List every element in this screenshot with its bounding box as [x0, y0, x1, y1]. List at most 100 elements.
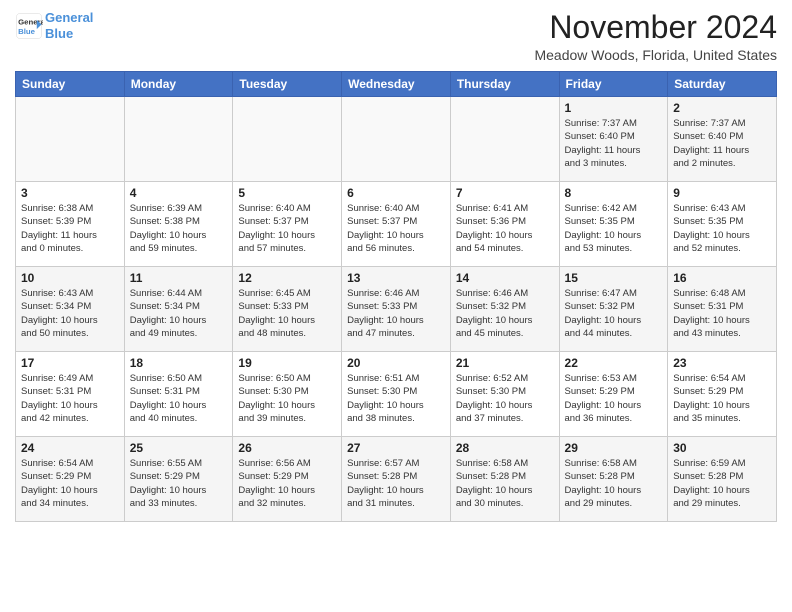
day-number: 30: [673, 441, 771, 455]
day-info: Sunrise: 6:44 AM Sunset: 5:34 PM Dayligh…: [130, 287, 228, 340]
day-number: 7: [456, 186, 554, 200]
logo-icon: General Blue: [15, 12, 43, 40]
calendar-cell: 24Sunrise: 6:54 AM Sunset: 5:29 PM Dayli…: [16, 437, 125, 522]
day-number: 1: [565, 101, 663, 115]
day-number: 4: [130, 186, 228, 200]
weekday-header-cell: Friday: [559, 72, 668, 97]
calendar-week-row: 10Sunrise: 6:43 AM Sunset: 5:34 PM Dayli…: [16, 267, 777, 352]
calendar-cell: 15 Sunrise: 6:47 AM Sunset: 5:32 PM Dayli…: [559, 267, 668, 352]
calendar-cell: 18Sunrise: 6:50 AM Sunset: 5:31 PM Dayli…: [124, 352, 233, 437]
calendar-cell: 5Sunrise: 6:40 AM Sunset: 5:37 PM Daylig…: [233, 182, 342, 267]
calendar-week-row: 24Sunrise: 6:54 AM Sunset: 5:29 PM Dayli…: [16, 437, 777, 522]
calendar-cell: 9 Sunrise: 6:43 AM Sunset: 5:35 PM Daylig…: [668, 182, 777, 267]
page-header: General Blue GeneralBlue November 2024 M…: [15, 10, 777, 63]
day-info: Sunrise: 6:43 AM Sunset: 5:35 PM Dayligh…: [673, 202, 771, 255]
day-info: Sunrise: 6:54 AM Sunset: 5:29 PM Dayligh…: [21, 457, 119, 510]
day-info: Sunrise: 6:46 AM Sunset: 5:32 PM Dayligh…: [456, 287, 554, 340]
weekday-header-row: SundayMondayTuesdayWednesdayThursdayFrid…: [16, 72, 777, 97]
day-number: 17: [21, 356, 119, 370]
calendar-cell: 2 Sunrise: 7:37 AM Sunset: 6:40 PM Daylig…: [668, 97, 777, 182]
day-info: Sunrise: 6:49 AM Sunset: 5:31 PM Dayligh…: [21, 372, 119, 425]
calendar-cell: [16, 97, 125, 182]
day-info: Sunrise: 6:43 AM Sunset: 5:34 PM Dayligh…: [21, 287, 119, 340]
logo: General Blue GeneralBlue: [15, 10, 93, 41]
day-info: Sunrise: 6:59 AM Sunset: 5:28 PM Dayligh…: [673, 457, 771, 510]
title-block: November 2024 Meadow Woods, Florida, Uni…: [534, 10, 777, 63]
calendar-week-row: 17 Sunrise: 6:49 AM Sunset: 5:31 PM Dayli…: [16, 352, 777, 437]
calendar-cell: 23 Sunrise: 6:54 AM Sunset: 5:29 PM Dayli…: [668, 352, 777, 437]
calendar-cell: 13 Sunrise: 6:46 AM Sunset: 5:33 PM Dayli…: [342, 267, 451, 352]
day-number: 25: [130, 441, 228, 455]
day-info: Sunrise: 6:51 AM Sunset: 5:30 PM Dayligh…: [347, 372, 445, 425]
weekday-header-cell: Thursday: [450, 72, 559, 97]
calendar-cell: [450, 97, 559, 182]
day-info: Sunrise: 6:56 AM Sunset: 5:29 PM Dayligh…: [238, 457, 336, 510]
day-info: Sunrise: 6:57 AM Sunset: 5:28 PM Dayligh…: [347, 457, 445, 510]
month-title: November 2024: [534, 10, 777, 45]
calendar-cell: 19 Sunrise: 6:50 AM Sunset: 5:30 PM Dayli…: [233, 352, 342, 437]
day-number: 13: [347, 271, 445, 285]
calendar-body: 1 Sunrise: 7:37 AM Sunset: 6:40 PM Daylig…: [16, 97, 777, 522]
day-info: Sunrise: 6:58 AM Sunset: 5:28 PM Dayligh…: [456, 457, 554, 510]
day-info: Sunrise: 6:47 AM Sunset: 5:32 PM Dayligh…: [565, 287, 663, 340]
day-info: Sunrise: 6:40 AM Sunset: 5:37 PM Dayligh…: [238, 202, 336, 255]
day-info: Sunrise: 6:40 AM Sunset: 5:37 PM Dayligh…: [347, 202, 445, 255]
day-number: 23: [673, 356, 771, 370]
day-info: Sunrise: 6:45 AM Sunset: 5:33 PM Dayligh…: [238, 287, 336, 340]
day-number: 22: [565, 356, 663, 370]
day-number: 16: [673, 271, 771, 285]
day-info: Sunrise: 6:50 AM Sunset: 5:30 PM Dayligh…: [238, 372, 336, 425]
day-number: 28: [456, 441, 554, 455]
calendar-cell: 10Sunrise: 6:43 AM Sunset: 5:34 PM Dayli…: [16, 267, 125, 352]
calendar-cell: 1Sunrise: 7:37 AM Sunset: 6:40 PM Daylig…: [559, 97, 668, 182]
day-number: 12: [238, 271, 336, 285]
day-number: 11: [130, 271, 228, 285]
day-number: 26: [238, 441, 336, 455]
calendar-cell: 27Sunrise: 6:57 AM Sunset: 5:28 PM Dayli…: [342, 437, 451, 522]
day-number: 2: [673, 101, 771, 115]
day-number: 20: [347, 356, 445, 370]
calendar-cell: 21 Sunrise: 6:52 AM Sunset: 5:30 PM Dayli…: [450, 352, 559, 437]
day-info: Sunrise: 7:37 AM Sunset: 6:40 PM Dayligh…: [673, 117, 771, 170]
day-info: Sunrise: 6:58 AM Sunset: 5:28 PM Dayligh…: [565, 457, 663, 510]
calendar-cell: 20 Sunrise: 6:51 AM Sunset: 5:30 PM Dayli…: [342, 352, 451, 437]
calendar-cell: 30 Sunrise: 6:59 AM Sunset: 5:28 PM Dayli…: [668, 437, 777, 522]
day-number: 29: [565, 441, 663, 455]
day-number: 21: [456, 356, 554, 370]
day-number: 3: [21, 186, 119, 200]
day-number: 14: [456, 271, 554, 285]
weekday-header-cell: Sunday: [16, 72, 125, 97]
weekday-header-cell: Saturday: [668, 72, 777, 97]
day-info: Sunrise: 6:38 AM Sunset: 5:39 PM Dayligh…: [21, 202, 119, 255]
day-info: Sunrise: 6:53 AM Sunset: 5:29 PM Dayligh…: [565, 372, 663, 425]
day-number: 8: [565, 186, 663, 200]
calendar-week-row: 1 Sunrise: 7:37 AM Sunset: 6:40 PM Daylig…: [16, 97, 777, 182]
weekday-header-cell: Monday: [124, 72, 233, 97]
calendar-cell: 22 Sunrise: 6:53 AM Sunset: 5:29 PM Dayli…: [559, 352, 668, 437]
calendar-cell: 25Sunrise: 6:55 AM Sunset: 5:29 PM Dayli…: [124, 437, 233, 522]
svg-text:Blue: Blue: [18, 26, 36, 35]
calendar-cell: [124, 97, 233, 182]
day-number: 15: [565, 271, 663, 285]
day-info: Sunrise: 6:46 AM Sunset: 5:33 PM Dayligh…: [347, 287, 445, 340]
calendar-cell: 11 Sunrise: 6:44 AM Sunset: 5:34 PM Dayli…: [124, 267, 233, 352]
calendar-week-row: 3 Sunrise: 6:38 AM Sunset: 5:39 PM Daylig…: [16, 182, 777, 267]
day-number: 9: [673, 186, 771, 200]
day-info: Sunrise: 6:54 AM Sunset: 5:29 PM Dayligh…: [673, 372, 771, 425]
location: Meadow Woods, Florida, United States: [534, 47, 777, 63]
calendar-cell: 28 Sunrise: 6:58 AM Sunset: 5:28 PM Dayli…: [450, 437, 559, 522]
day-number: 19: [238, 356, 336, 370]
calendar-cell: [233, 97, 342, 182]
calendar-table: SundayMondayTuesdayWednesdayThursdayFrid…: [15, 71, 777, 522]
day-info: Sunrise: 6:52 AM Sunset: 5:30 PM Dayligh…: [456, 372, 554, 425]
day-info: Sunrise: 6:39 AM Sunset: 5:38 PM Dayligh…: [130, 202, 228, 255]
day-number: 18: [130, 356, 228, 370]
calendar-cell: 6 Sunrise: 6:40 AM Sunset: 5:37 PM Daylig…: [342, 182, 451, 267]
day-info: Sunrise: 6:42 AM Sunset: 5:35 PM Dayligh…: [565, 202, 663, 255]
day-number: 6: [347, 186, 445, 200]
calendar-cell: 3 Sunrise: 6:38 AM Sunset: 5:39 PM Daylig…: [16, 182, 125, 267]
calendar-cell: 29 Sunrise: 6:58 AM Sunset: 5:28 PM Dayli…: [559, 437, 668, 522]
calendar-cell: [342, 97, 451, 182]
calendar-cell: 4 Sunrise: 6:39 AM Sunset: 5:38 PM Daylig…: [124, 182, 233, 267]
weekday-header-cell: Wednesday: [342, 72, 451, 97]
